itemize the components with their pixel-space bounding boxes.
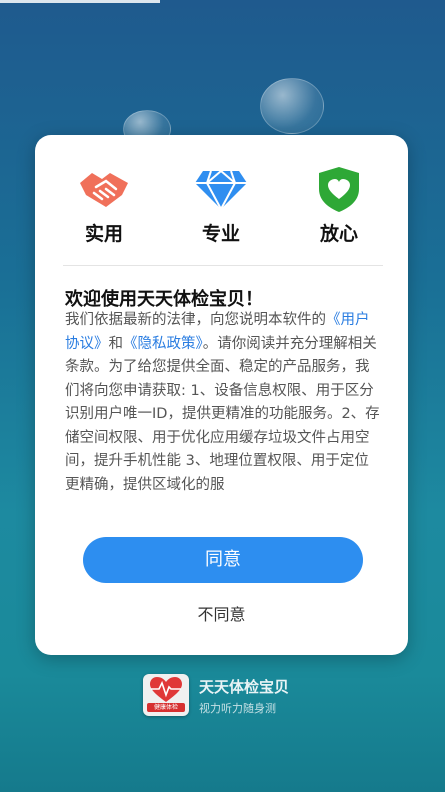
feature-label: 实用 bbox=[84, 223, 123, 245]
status-bar-indicator bbox=[0, 0, 160, 3]
app-name: 天天体检宝贝 bbox=[199, 678, 290, 696]
feature-label: 放心 bbox=[319, 223, 358, 245]
body-and: 和 bbox=[108, 335, 124, 352]
diamond-icon bbox=[195, 170, 247, 210]
privacy-consent-dialog: 实用 专业 放心 欢迎使用天天体检宝贝！ 我们依据最新的法律，向您说明本软件的《… bbox=[35, 135, 408, 655]
app-screen: 实用 专业 放心 欢迎使用天天体检宝贝！ 我们依据最新的法律，向您说明本软件的《… bbox=[0, 0, 445, 792]
feature-label: 专业 bbox=[201, 223, 240, 245]
shield-heart-icon bbox=[319, 167, 359, 212]
body-prefix: 我们依据最新的法律，向您说明本软件的 bbox=[65, 312, 326, 328]
handshake-icon bbox=[80, 173, 128, 207]
privacy-policy-link[interactable]: 《隐私政策》 bbox=[123, 336, 203, 352]
body-rest: 。请你阅读并充分理解相关条款。为了给您提供全面、稳定的产品服务，我们将向您申请获… bbox=[65, 335, 380, 493]
heartbeat-logo-icon bbox=[150, 677, 182, 702]
feature-professional: 专业 bbox=[176, 165, 266, 246]
divider bbox=[63, 265, 383, 266]
app-slogan: 视力听力随身测 bbox=[199, 702, 276, 715]
feature-reliable: 放心 bbox=[294, 165, 384, 246]
decorative-bubble bbox=[260, 78, 324, 134]
app-logo: 健康体检 bbox=[143, 674, 189, 716]
dialog-body-text: 我们依据最新的法律，向您说明本软件的《用户协议》和《隐私政策》。请你阅读并充分理… bbox=[65, 309, 383, 509]
logo-caption: 健康体检 bbox=[147, 703, 185, 712]
disagree-button[interactable]: 不同意 bbox=[35, 601, 408, 625]
feature-practical: 实用 bbox=[59, 165, 149, 246]
dialog-title: 欢迎使用天天体检宝贝！ bbox=[65, 289, 263, 310]
agree-button[interactable]: 同意 bbox=[83, 537, 363, 583]
feature-row: 实用 专业 放心 bbox=[35, 165, 408, 255]
